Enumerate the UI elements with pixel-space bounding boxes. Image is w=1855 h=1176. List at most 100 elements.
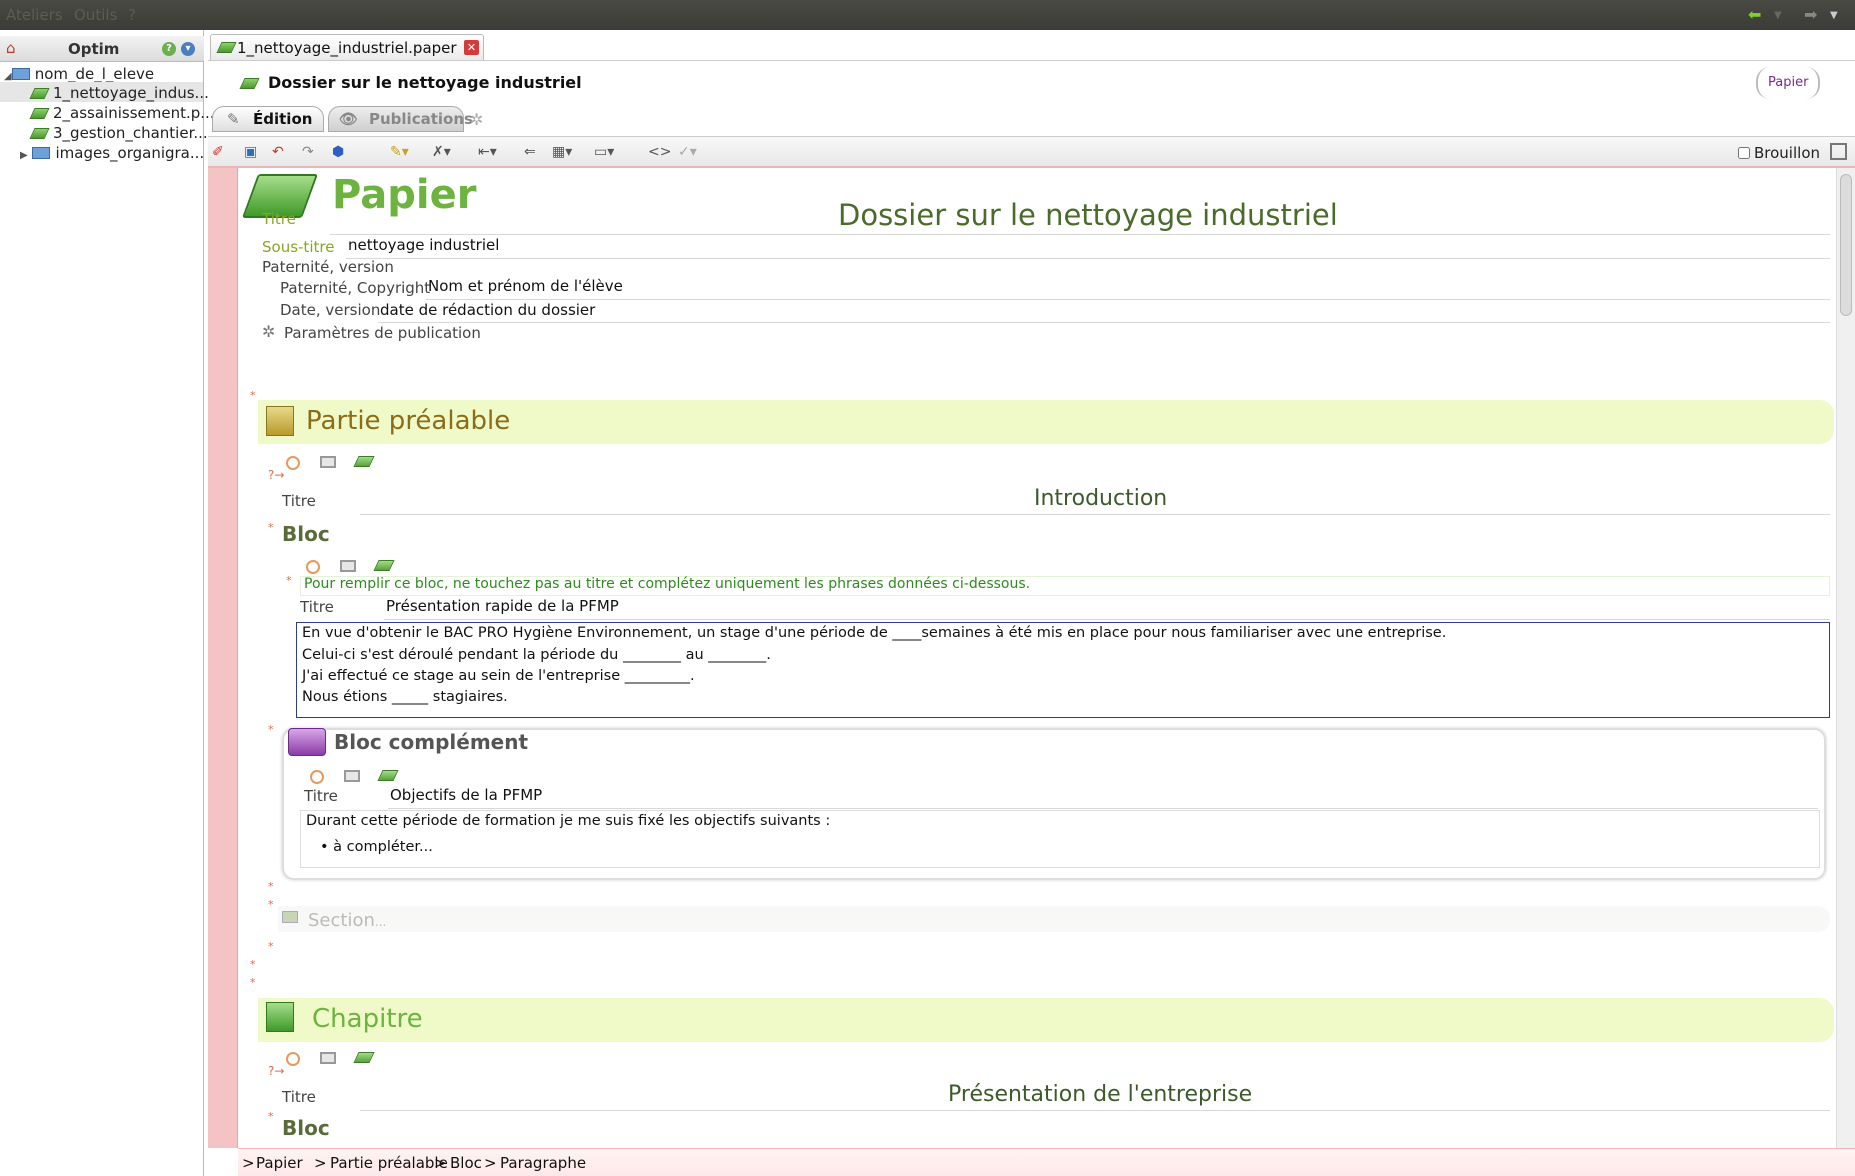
insert-marker-icon[interactable]: *	[268, 898, 274, 911]
forward-dropdown-icon[interactable]: ▼	[1830, 10, 1838, 21]
insert-marker-icon[interactable]: *	[268, 723, 274, 736]
partie-titre-value[interactable]: Introduction	[1034, 486, 1167, 511]
brouillon-toggle[interactable]: Brouillon	[1738, 144, 1820, 162]
document-title: Dossier sur le nettoyage industriel	[268, 73, 582, 92]
screen-icon[interactable]	[320, 1052, 336, 1064]
clear-format-icon[interactable]: ✗▾	[432, 144, 451, 160]
spellcheck-icon[interactable]: ✓▾	[678, 144, 697, 160]
complement-heading[interactable]: Bloc complément	[334, 730, 528, 754]
brouillon-checkbox[interactable]	[1738, 147, 1750, 159]
paper-icon	[29, 88, 50, 99]
insert-marker-icon[interactable]: *	[268, 1110, 274, 1123]
screen-icon[interactable]	[340, 560, 356, 572]
model-badge[interactable]: Papier	[1756, 67, 1821, 99]
validate-icon[interactable]: ⬢	[332, 144, 344, 160]
soustitre-value[interactable]: nettoyage industriel	[348, 236, 499, 254]
home-icon[interactable]: ⌂	[6, 39, 16, 57]
titre-value[interactable]: Dossier sur le nettoyage industriel	[838, 198, 1338, 232]
screen-icon[interactable]	[344, 770, 360, 782]
params-label[interactable]: Paramètres de publication	[284, 324, 481, 342]
screen-icon[interactable]	[320, 456, 336, 468]
comp-text[interactable]: Durant cette période de formation je me …	[306, 813, 830, 829]
maximize-icon[interactable]	[1830, 143, 1847, 160]
paper-icon[interactable]	[353, 1052, 375, 1063]
bloc-heading[interactable]: Bloc	[282, 522, 330, 546]
left-panel-header: ⌂ Optim ? ▾	[0, 36, 204, 62]
menu-help[interactable]: ?	[128, 6, 136, 24]
outdent-icon[interactable]: ⇐	[524, 144, 536, 160]
insert-marker-icon[interactable]: *	[286, 574, 292, 587]
eye-icon: 👁	[339, 110, 359, 128]
highlight-icon[interactable]: ✎▾	[390, 144, 409, 160]
paragraph-line-3[interactable]: J'ai effectué ce stage au sein de l'entr…	[302, 668, 695, 684]
bloc-titre-value[interactable]: Présentation rapide de la PFMP	[386, 597, 619, 615]
document-header: Dossier sur le nettoyage industriel Papi…	[208, 60, 1855, 106]
tree-item-3[interactable]: 3_gestion_chantier....	[29, 124, 212, 142]
redo-icon[interactable]: ↷	[302, 144, 314, 160]
breadcrumb-item-papier[interactable]: Papier	[256, 1154, 303, 1172]
paper-icon[interactable]	[353, 456, 375, 467]
scrollbar-thumb[interactable]	[1840, 174, 1852, 316]
paper-icon	[216, 42, 237, 53]
tree-item-1[interactable]: 1_nettoyage_indus...	[29, 84, 209, 102]
menu-outils[interactable]: Outils	[74, 6, 117, 24]
back-arrow-icon[interactable]: ⬅	[1748, 5, 1761, 24]
refresh-icon[interactable]	[286, 456, 300, 470]
undo-icon[interactable]: ↶	[272, 144, 284, 160]
tree-root[interactable]: ◢ nom_de_l_eleve	[4, 65, 154, 83]
menu-down-icon[interactable]: ▾	[181, 42, 195, 56]
insert-marker-icon[interactable]: *	[250, 958, 256, 971]
insert-marker-icon[interactable]: *	[268, 521, 274, 534]
close-icon[interactable]: ✕	[464, 40, 479, 55]
folder-icon	[32, 147, 51, 159]
erase-icon[interactable]: ✐	[212, 144, 224, 160]
insert-arrow-icon[interactable]: ?→	[268, 468, 284, 482]
breadcrumb-item-bloc[interactable]: Bloc	[450, 1154, 482, 1172]
paragraph-line-1[interactable]: En vue d'obtenir le BAC PRO Hygiène Envi…	[302, 625, 1446, 641]
comp-bullet[interactable]: • à compléter...	[320, 839, 433, 855]
gear-icon[interactable]: ✲	[262, 322, 275, 341]
chapitre-bloc-heading[interactable]: Bloc	[282, 1116, 330, 1140]
insert-marker-icon[interactable]: *	[268, 940, 274, 953]
gear-icon[interactable]: ✲	[470, 110, 483, 129]
indent-icon[interactable]: ⇤▾	[478, 144, 497, 160]
section-placeholder[interactable]: Section...	[308, 910, 386, 931]
table-icon[interactable]: ▦▾	[552, 144, 572, 160]
save-icon[interactable]: ▣	[244, 144, 257, 160]
editor-toolbar: ✐ ▣ ↶ ↷ ⬢ ✎▾ ✗▾ ⇤▾ ⇐ ▦▾ ▭▾ <> ✓▾ Brouill…	[208, 136, 1855, 168]
vertical-scrollbar[interactable]	[1836, 168, 1855, 1148]
comp-titre-value[interactable]: Objectifs de la PFMP	[390, 786, 542, 804]
paternite-label: Paternité, Copyright	[280, 279, 431, 297]
chapitre-titre-value[interactable]: Présentation de l'entreprise	[948, 1082, 1252, 1107]
partie-heading[interactable]: Partie préalable	[306, 406, 510, 436]
tree-item-2[interactable]: 2_assainissement.p...	[29, 104, 215, 122]
image-icon[interactable]: ▭▾	[594, 144, 614, 160]
instruction-text: Pour remplir ce bloc, ne touchez pas au …	[304, 576, 1031, 592]
folder-open-icon	[11, 68, 30, 80]
back-dropdown-icon[interactable]: ▼	[1774, 10, 1782, 21]
tab-publications[interactable]: 👁 Publications	[328, 106, 473, 132]
code-icon[interactable]: <>	[648, 144, 671, 160]
insert-marker-icon[interactable]: *	[250, 389, 256, 402]
paternite-value[interactable]: Nom et prénom de l'élève	[428, 277, 623, 295]
refresh-icon[interactable]	[306, 560, 320, 574]
editor-tab[interactable]: 1_nettoyage_industriel.paper ✕	[210, 34, 484, 60]
date-label: Date, version	[280, 301, 381, 319]
tree-item-4[interactable]: ▶ images_organigra...	[20, 144, 204, 162]
refresh-icon[interactable]	[310, 770, 324, 784]
refresh-icon[interactable]	[286, 1052, 300, 1066]
insert-marker-icon[interactable]: *	[250, 976, 256, 989]
chapitre-heading[interactable]: Chapitre	[312, 1004, 423, 1034]
insert-arrow-icon[interactable]: ?→	[268, 1064, 284, 1078]
breadcrumb-item-partie[interactable]: Partie préalable	[330, 1154, 448, 1172]
breadcrumb-item-paragraphe[interactable]: Paragraphe	[500, 1154, 586, 1172]
help-icon[interactable]: ?	[162, 42, 176, 56]
paragraph-line-4[interactable]: Nous étions _____ stagiaires.	[302, 689, 508, 705]
paper-icon[interactable]	[373, 560, 395, 571]
menu-ateliers[interactable]: Ateliers	[6, 6, 63, 24]
date-value[interactable]: date de rédaction du dossier	[380, 301, 595, 319]
paragraph-line-2[interactable]: Celui-ci s'est déroulé pendant la périod…	[302, 647, 771, 663]
insert-marker-icon[interactable]: *	[268, 880, 274, 893]
forward-arrow-icon[interactable]: ➡	[1804, 5, 1817, 24]
tab-edition[interactable]: ✎ Édition	[212, 106, 324, 132]
